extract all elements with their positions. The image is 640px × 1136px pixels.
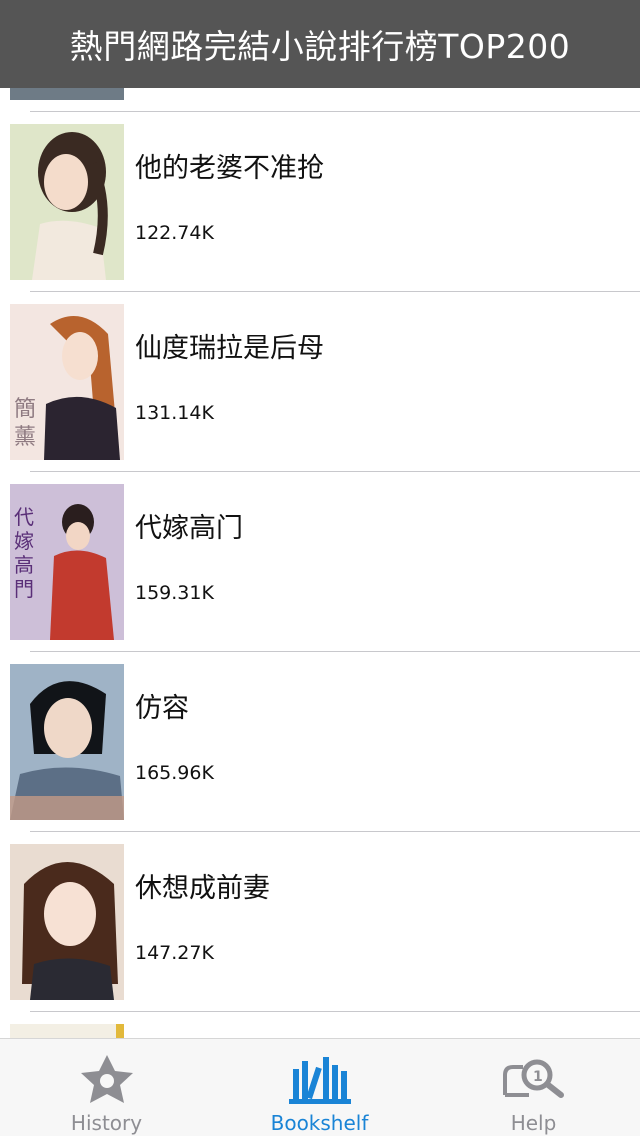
- bookshelf-icon: [288, 1057, 351, 1104]
- svg-text:代: 代: [14, 505, 34, 529]
- tab-history[interactable]: History: [0, 1039, 213, 1136]
- book-size: 147.27K: [135, 942, 214, 964]
- book-size: 165.96K: [135, 762, 214, 784]
- list-item[interactable]: 仿容 165.96K: [0, 652, 640, 832]
- svg-text:高: 高: [14, 553, 34, 577]
- book-cover: [10, 1024, 124, 1038]
- svg-text:1: 1: [533, 1069, 543, 1085]
- book-size: 131.14K: [135, 402, 214, 424]
- svg-text:嫁: 嫁: [14, 529, 34, 553]
- page-title: 熱門網路完結小說排行榜TOP200: [69, 27, 571, 66]
- svg-text:簡: 簡: [14, 397, 36, 422]
- book-cover: [10, 124, 124, 280]
- tab-bar: History Bookshelf 1 Help: [0, 1038, 640, 1136]
- tab-help[interactable]: 1 Help: [427, 1039, 640, 1136]
- book-title: 休想成前妻: [135, 873, 270, 904]
- book-cover: 簡 薰: [10, 304, 124, 460]
- book-title: 他的老婆不准抢: [135, 153, 324, 184]
- navigation-bar: 熱門網路完結小說排行榜TOP200: [0, 0, 640, 88]
- book-list[interactable]: 他的老婆不准抢 122.74K 簡 薰 仙度瑞拉是后母 131.14K 代 嫁 …: [0, 0, 640, 1038]
- book-title: 代嫁高门: [135, 513, 243, 544]
- book-cover: [10, 844, 124, 1000]
- tab-label: Help: [510, 1111, 557, 1135]
- book-cover: [10, 664, 124, 820]
- tab-bookshelf[interactable]: Bookshelf: [213, 1039, 426, 1136]
- list-item[interactable]: 代 嫁 高 門 代嫁高门 159.31K: [0, 472, 640, 652]
- book-title: 仿容: [135, 693, 189, 724]
- star-icon: [80, 1055, 133, 1103]
- tab-label: Bookshelf: [270, 1111, 369, 1135]
- svg-text:薰: 薰: [14, 425, 36, 450]
- magnifier-help-icon: 1: [502, 1059, 564, 1098]
- list-item[interactable]: [0, 1012, 640, 1038]
- tab-label: History: [70, 1111, 143, 1135]
- book-size: 122.74K: [135, 222, 214, 244]
- list-item[interactable]: 他的老婆不准抢 122.74K: [0, 112, 640, 292]
- list-item[interactable]: 簡 薰 仙度瑞拉是后母 131.14K: [0, 292, 640, 472]
- list-item[interactable]: 休想成前妻 147.27K: [0, 832, 640, 1012]
- book-cover: 代 嫁 高 門: [10, 484, 124, 640]
- book-size: 159.31K: [135, 582, 214, 604]
- book-title: 仙度瑞拉是后母: [135, 333, 324, 364]
- svg-text:門: 門: [14, 577, 34, 601]
